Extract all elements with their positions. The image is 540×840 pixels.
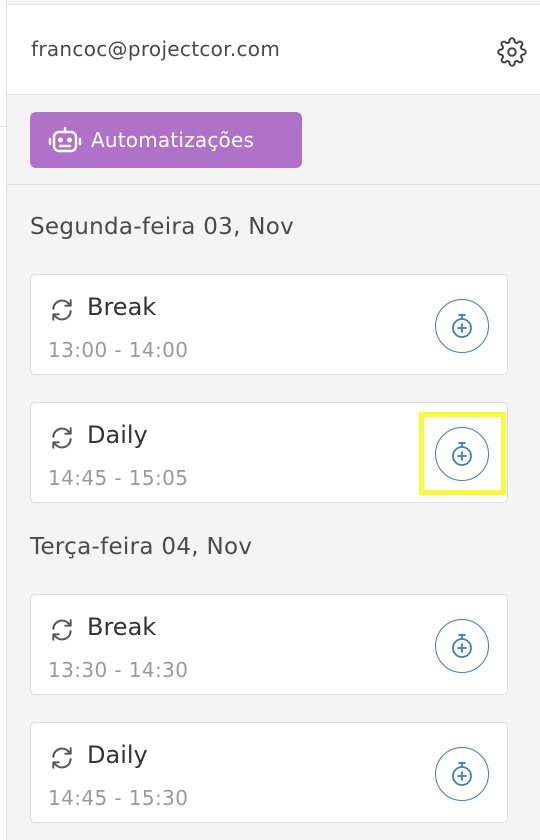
event-card-break[interactable]: Break 13:00 - 14:00 — [30, 274, 508, 375]
automations-label: Automatizações — [91, 128, 255, 152]
repeat-icon — [52, 747, 72, 769]
gear-icon — [497, 37, 527, 67]
left-edge-divider — [0, 126, 6, 127]
left-edge — [0, 0, 7, 840]
event-title: Daily — [87, 741, 148, 769]
day-heading: Segunda-feira 03, Nov — [30, 214, 295, 240]
panel-header: francoc@projectcor.com — [7, 5, 540, 95]
start-timer-button[interactable] — [435, 427, 489, 481]
repeat-icon — [52, 299, 72, 321]
event-card-break[interactable]: Break 13:30 - 14:30 — [30, 594, 508, 695]
repeat-icon — [52, 619, 72, 641]
repeat-icon — [52, 427, 72, 449]
app-frame: francoc@projectcor.com Automatizações Se… — [0, 0, 540, 840]
event-card-daily[interactable]: Daily 14:45 - 15:05 — [30, 402, 508, 503]
stopwatch-plus-icon — [452, 314, 472, 338]
stopwatch-plus-icon — [452, 442, 472, 466]
stopwatch-plus-icon — [452, 762, 472, 786]
event-title: Break — [87, 293, 157, 321]
stopwatch-plus-icon — [452, 634, 472, 658]
automations-button[interactable]: Automatizações — [30, 112, 302, 168]
user-email: francoc@projectcor.com — [31, 37, 281, 61]
start-timer-button[interactable] — [435, 299, 489, 353]
event-title: Break — [87, 613, 157, 641]
start-timer-button[interactable] — [435, 747, 489, 801]
event-time: 14:45 - 15:05 — [48, 466, 189, 490]
event-time: 14:45 - 15:30 — [48, 786, 189, 810]
side-panel: francoc@projectcor.com Automatizações Se… — [7, 0, 540, 840]
start-timer-button[interactable] — [435, 619, 489, 673]
event-time: 13:00 - 14:00 — [48, 338, 189, 362]
day-heading: Terça-feira 04, Nov — [30, 534, 253, 560]
toolbar: Automatizações — [7, 95, 540, 185]
robot-icon — [48, 126, 82, 154]
event-card-daily[interactable]: Daily 14:45 - 15:30 — [30, 722, 508, 823]
settings-button[interactable] — [495, 35, 529, 69]
event-time: 13:30 - 14:30 — [48, 658, 189, 682]
event-title: Daily — [87, 421, 148, 449]
